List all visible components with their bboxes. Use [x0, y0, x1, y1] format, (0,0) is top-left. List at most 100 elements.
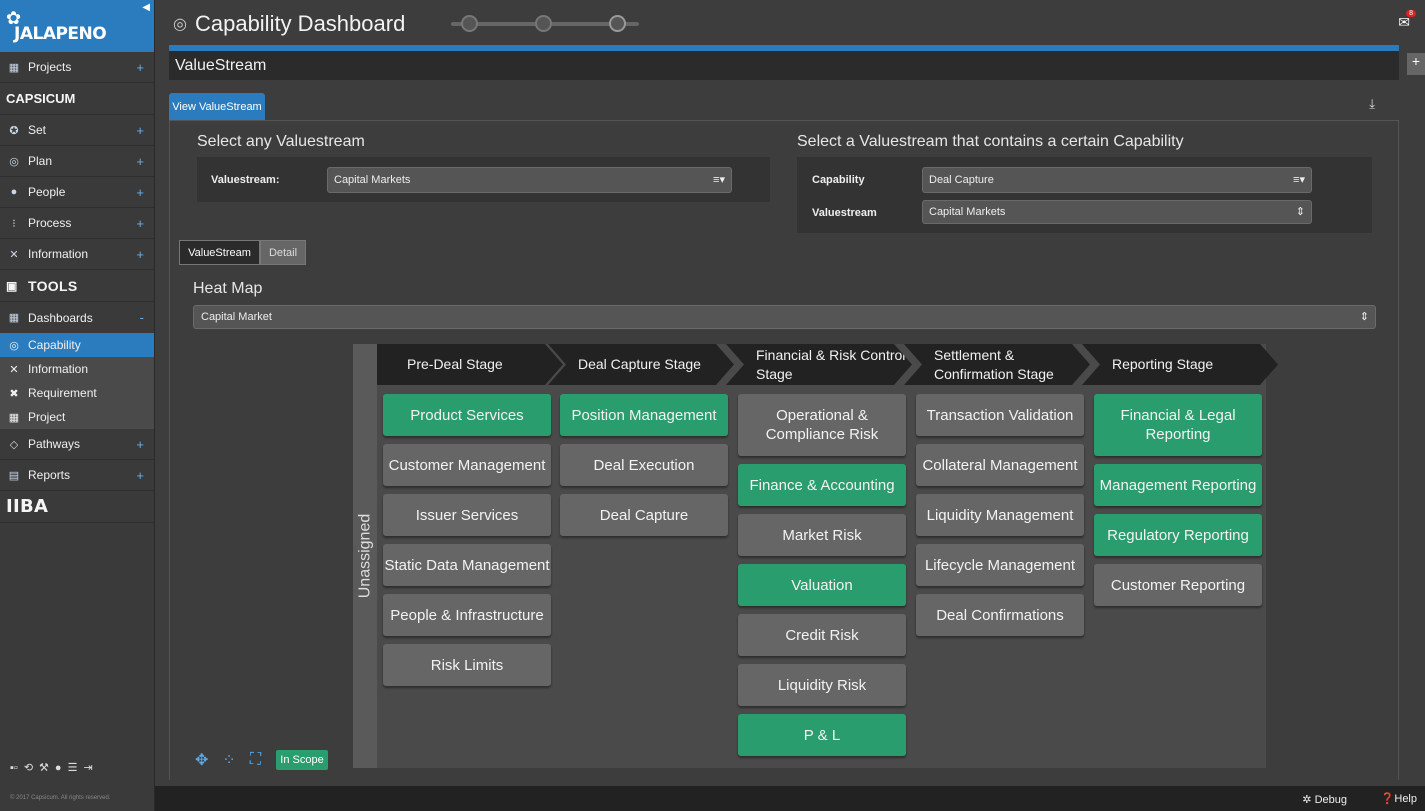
- sidebar-item-process[interactable]: ⁝ Process +: [0, 208, 154, 239]
- logout-icon[interactable]: ⇥: [83, 761, 92, 774]
- valuestream-select[interactable]: Capital Markets ≡▾: [327, 167, 732, 193]
- jalapeno-logo[interactable]: ✿ JALAPENO ◀: [0, 0, 154, 52]
- capability-card[interactable]: Deal Capture: [560, 494, 728, 536]
- download-icon[interactable]: ⤓: [1369, 96, 1375, 112]
- capability-card[interactable]: Management Reporting: [1094, 464, 1262, 506]
- capability-card[interactable]: Static Data Management: [383, 544, 551, 586]
- expand-plus-icon[interactable]: +: [136, 123, 144, 138]
- capability-card[interactable]: Liquidity Risk: [738, 664, 906, 706]
- sidebar-item-people[interactable]: ● People +: [0, 177, 154, 208]
- capsicum-label: CAPSICUM: [6, 91, 76, 106]
- tools-label: TOOLS: [28, 277, 78, 294]
- sidebar-item-label: Set: [28, 123, 47, 137]
- capability-card[interactable]: Finance & Accounting: [738, 464, 906, 506]
- add-panel-button[interactable]: +: [1407, 53, 1425, 75]
- map-icon: ▦: [8, 411, 20, 424]
- capability-card[interactable]: Risk Limits: [383, 644, 551, 686]
- capability-card[interactable]: Lifecycle Management: [916, 544, 1084, 586]
- history-icon[interactable]: ⟲: [24, 761, 33, 774]
- collapse-minus-icon[interactable]: -: [140, 310, 144, 325]
- sidebar-item-set[interactable]: ✪ Set +: [0, 115, 154, 146]
- sidebar-item-label: Dashboards: [28, 310, 93, 325]
- in-scope-legend[interactable]: In Scope: [276, 750, 328, 770]
- capability-card[interactable]: Credit Risk: [738, 614, 906, 656]
- slider-knob[interactable]: [535, 15, 552, 32]
- capability-card[interactable]: Operational & Compliance Risk: [738, 394, 906, 456]
- sidebar-item-projects[interactable]: ▦ Projects +: [0, 52, 154, 83]
- toggle-detail[interactable]: Detail: [260, 240, 306, 265]
- stage-header[interactable]: Reporting Stage: [1082, 344, 1278, 385]
- valuestream-value-2: Capital Markets: [929, 206, 1006, 218]
- database-icon[interactable]: ☰: [68, 761, 78, 774]
- expand-plus-icon[interactable]: +: [136, 185, 144, 200]
- capability-card[interactable]: Transaction Validation: [916, 394, 1084, 436]
- capability-select[interactable]: Deal Capture ≡▾: [922, 167, 1312, 193]
- sidebar-subitem-label: Project: [28, 410, 66, 424]
- fullscreen-icon[interactable]: ⛶: [250, 751, 261, 769]
- sidebar-subitem-information[interactable]: ✕ Information: [0, 357, 154, 381]
- color-toggle-icon[interactable]: ▪▫: [10, 762, 18, 774]
- capability-card[interactable]: Deal Confirmations: [916, 594, 1084, 636]
- sidebar-item-dashboards[interactable]: ▦ Dashboards -: [0, 302, 154, 333]
- expand-plus-icon[interactable]: +: [136, 216, 144, 231]
- stage-header[interactable]: Pre-Deal Stage: [377, 344, 563, 385]
- help-button[interactable]: ❓Help: [1381, 792, 1417, 805]
- debug-label: Debug: [1314, 794, 1347, 806]
- unassigned-label: Unassigned: [356, 513, 373, 599]
- dashboard-icon: ▦: [8, 312, 20, 324]
- slider-knob[interactable]: [609, 15, 626, 32]
- capability-card[interactable]: Issuer Services: [383, 494, 551, 536]
- toggle-valuestream[interactable]: ValueStream: [179, 240, 260, 265]
- page-title-text: Capability Dashboard: [194, 11, 406, 36]
- valuestream-bar: ValueStream: [169, 51, 1399, 80]
- heatmap-select[interactable]: Capital Market ⇕: [193, 305, 1376, 329]
- list-dropdown-icon: ≡▾: [713, 174, 725, 186]
- debug-button[interactable]: ✲ Debug: [1302, 793, 1347, 806]
- capability-card[interactable]: Market Risk: [738, 514, 906, 556]
- capability-card[interactable]: Valuation: [738, 564, 906, 606]
- capability-card[interactable]: Customer Reporting: [1094, 564, 1262, 606]
- stage-header[interactable]: Financial & Risk Control Stage: [726, 344, 912, 385]
- page-title: ◎ Capability Dashboard: [173, 11, 405, 37]
- fit-icon[interactable]: ⁘: [222, 750, 235, 770]
- user-icon[interactable]: ●: [55, 762, 62, 774]
- sidebar-item-reports[interactable]: ▤ Reports +: [0, 460, 154, 491]
- sidebar-item-label: Pathways: [28, 437, 81, 451]
- stage-header[interactable]: Settlement & Confirmation Stage: [904, 344, 1090, 385]
- sidebar-subitem-requirement[interactable]: ✖ Requirement: [0, 381, 154, 405]
- sidebar-item-plan[interactable]: ◎ Plan +: [0, 146, 154, 177]
- sidebar-toolbar: ▪▫ ⟲ ⚒ ● ☰ ⇥: [10, 761, 93, 775]
- capability-card[interactable]: Collateral Management: [916, 444, 1084, 486]
- stage-slider[interactable]: [451, 15, 639, 32]
- slider-knob[interactable]: [461, 15, 478, 32]
- capability-card[interactable]: Liquidity Management: [916, 494, 1084, 536]
- iiba-label: IIBA: [6, 496, 49, 517]
- capability-card[interactable]: Deal Execution: [560, 444, 728, 486]
- stage-header[interactable]: Deal Capture Stage: [548, 344, 734, 385]
- bug-icon: ✲: [1302, 794, 1315, 806]
- valuestream-select-2[interactable]: Capital Markets ⇕: [922, 200, 1312, 224]
- capability-card[interactable]: Financial & Legal Reporting: [1094, 394, 1262, 456]
- sidebar-subitem-project[interactable]: ▦ Project: [0, 405, 154, 429]
- capability-card[interactable]: P & L: [738, 714, 906, 756]
- sidebar-item-information[interactable]: ✕ Information +: [0, 239, 154, 270]
- sidebar-subitem-capability[interactable]: ◎ Capability: [0, 333, 154, 357]
- expand-plus-icon[interactable]: +: [136, 468, 144, 483]
- capability-card[interactable]: Product Services: [383, 394, 551, 436]
- wrench-icon[interactable]: ⚒: [39, 761, 49, 774]
- briefcase-icon: ▤: [8, 469, 20, 482]
- collapse-sidebar-icon[interactable]: ◀: [142, 2, 150, 13]
- sidebar-item-pathways[interactable]: ◇ Pathways +: [0, 429, 154, 460]
- mail-icon[interactable]: ✉ 8: [1398, 10, 1416, 31]
- capability-card[interactable]: Regulatory Reporting: [1094, 514, 1262, 556]
- unassigned-column[interactable]: Unassigned: [353, 344, 377, 768]
- expand-plus-icon[interactable]: +: [136, 247, 144, 262]
- expand-plus-icon[interactable]: +: [136, 437, 144, 452]
- capability-card[interactable]: Position Management: [560, 394, 728, 436]
- expand-plus-icon[interactable]: +: [136, 60, 144, 75]
- capability-card[interactable]: People & Infrastructure: [383, 594, 551, 636]
- expand-plus-icon[interactable]: +: [136, 154, 144, 169]
- tab-view-valuestream[interactable]: View ValueStream: [169, 93, 265, 120]
- capability-card[interactable]: Customer Management: [383, 444, 551, 486]
- move-icon[interactable]: ✥: [195, 750, 208, 770]
